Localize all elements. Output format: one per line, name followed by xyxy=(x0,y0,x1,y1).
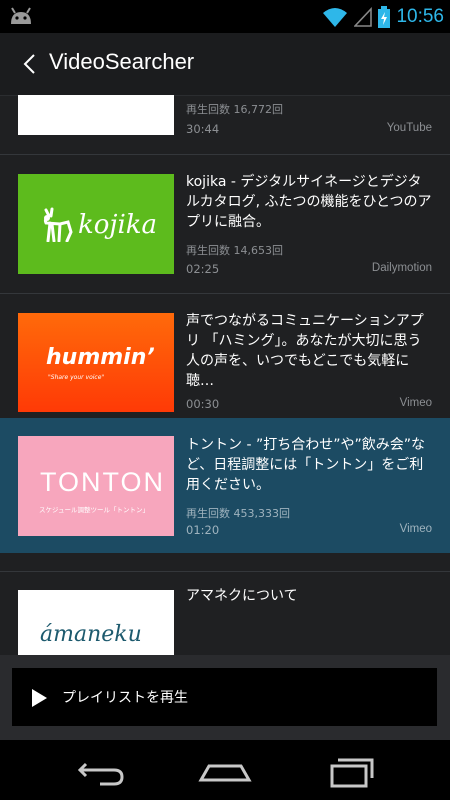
recent-apps-icon[interactable] xyxy=(320,750,380,790)
video-thumbnail: kojika xyxy=(18,174,174,274)
thumb-logo-text: TONTON xyxy=(40,467,166,497)
thumb-tagline: スケジュール調整ツール「トントン」 xyxy=(39,506,150,514)
video-title: kojika - デジタルサイネージとデジタルカタログ, ふたつの機能をひとつの… xyxy=(186,174,432,230)
duration: 00:30 xyxy=(186,397,220,411)
status-bar: 10:56 xyxy=(0,0,450,33)
thumb-tagline: "Share your voice" xyxy=(48,374,105,381)
play-icon xyxy=(32,689,47,707)
view-count: 再生回数 14,653回 xyxy=(186,244,283,257)
source-label: Vimeo xyxy=(399,523,432,535)
view-count: 再生回数 16,772回 xyxy=(186,103,283,116)
video-thumbnail: hummin’ "Share your voice" xyxy=(18,313,174,412)
list-item[interactable]: hummin’ "Share your voice" 声でつながるコミュニケーシ… xyxy=(0,294,450,418)
video-thumbnail xyxy=(18,95,174,135)
list-item-selected[interactable]: TONTON スケジュール調整ツール「トントン」 トントン - ”打ち合わせ”や… xyxy=(0,418,450,553)
view-count: 再生回数 453,333回 xyxy=(186,507,290,520)
play-playlist-label: プレイリストを再生 xyxy=(62,690,188,706)
status-clock: 10:56 xyxy=(396,5,444,27)
video-title: トントン - ”打ち合わせ”や”飲み会”など、日程調整には「トントン」をご利用く… xyxy=(186,437,425,493)
duration: 30:44 xyxy=(186,122,220,136)
thumb-logo-text: hummin’ xyxy=(46,345,155,370)
thumb-logo-text: kojika xyxy=(78,210,158,240)
source-label: Dailymotion xyxy=(371,262,432,274)
source-label: Vimeo xyxy=(399,397,432,409)
list-item[interactable]: 再生回数 16,772回 30:44 YouTube xyxy=(0,95,450,155)
deer-logo-icon xyxy=(43,207,73,242)
source-label: YouTube xyxy=(386,122,432,134)
android-notification-icon xyxy=(11,7,31,24)
play-playlist-button[interactable]: プレイリストを再生 xyxy=(12,668,437,726)
duration: 02:25 xyxy=(186,262,220,276)
video-thumbnail: TONTON スケジュール調整ツール「トントン」 xyxy=(18,436,174,536)
playlist-bar: プレイリストを再生 xyxy=(0,655,450,740)
app-title[interactable]: VideoSearcher xyxy=(49,49,194,75)
action-bar: VideoSearcher xyxy=(0,33,450,96)
signal-icon xyxy=(354,6,373,27)
back-chevron-icon[interactable] xyxy=(22,53,36,75)
wifi-icon xyxy=(323,7,348,27)
home-icon[interactable] xyxy=(195,750,255,790)
video-title: 声でつながるコミュニケーションアプリ 「ハミング」。あなたが大切に思う人の声を、… xyxy=(186,313,424,389)
video-thumbnail: ámaneku xyxy=(18,590,174,655)
video-title: アマネクについて xyxy=(186,588,298,604)
thumb-logo-text: ámaneku xyxy=(40,622,142,647)
duration: 01:20 xyxy=(186,523,220,537)
back-icon[interactable] xyxy=(70,750,130,790)
navigation-bar xyxy=(0,740,450,800)
list-item[interactable]: kojika kojika - デジタルサイネージとデジタルカタログ, ふたつの… xyxy=(0,155,450,294)
video-list[interactable]: 再生回数 16,772回 30:44 YouTube kojika kojika… xyxy=(0,95,450,655)
battery-icon xyxy=(378,5,391,28)
list-item[interactable]: ámaneku アマネクについて xyxy=(0,571,450,655)
